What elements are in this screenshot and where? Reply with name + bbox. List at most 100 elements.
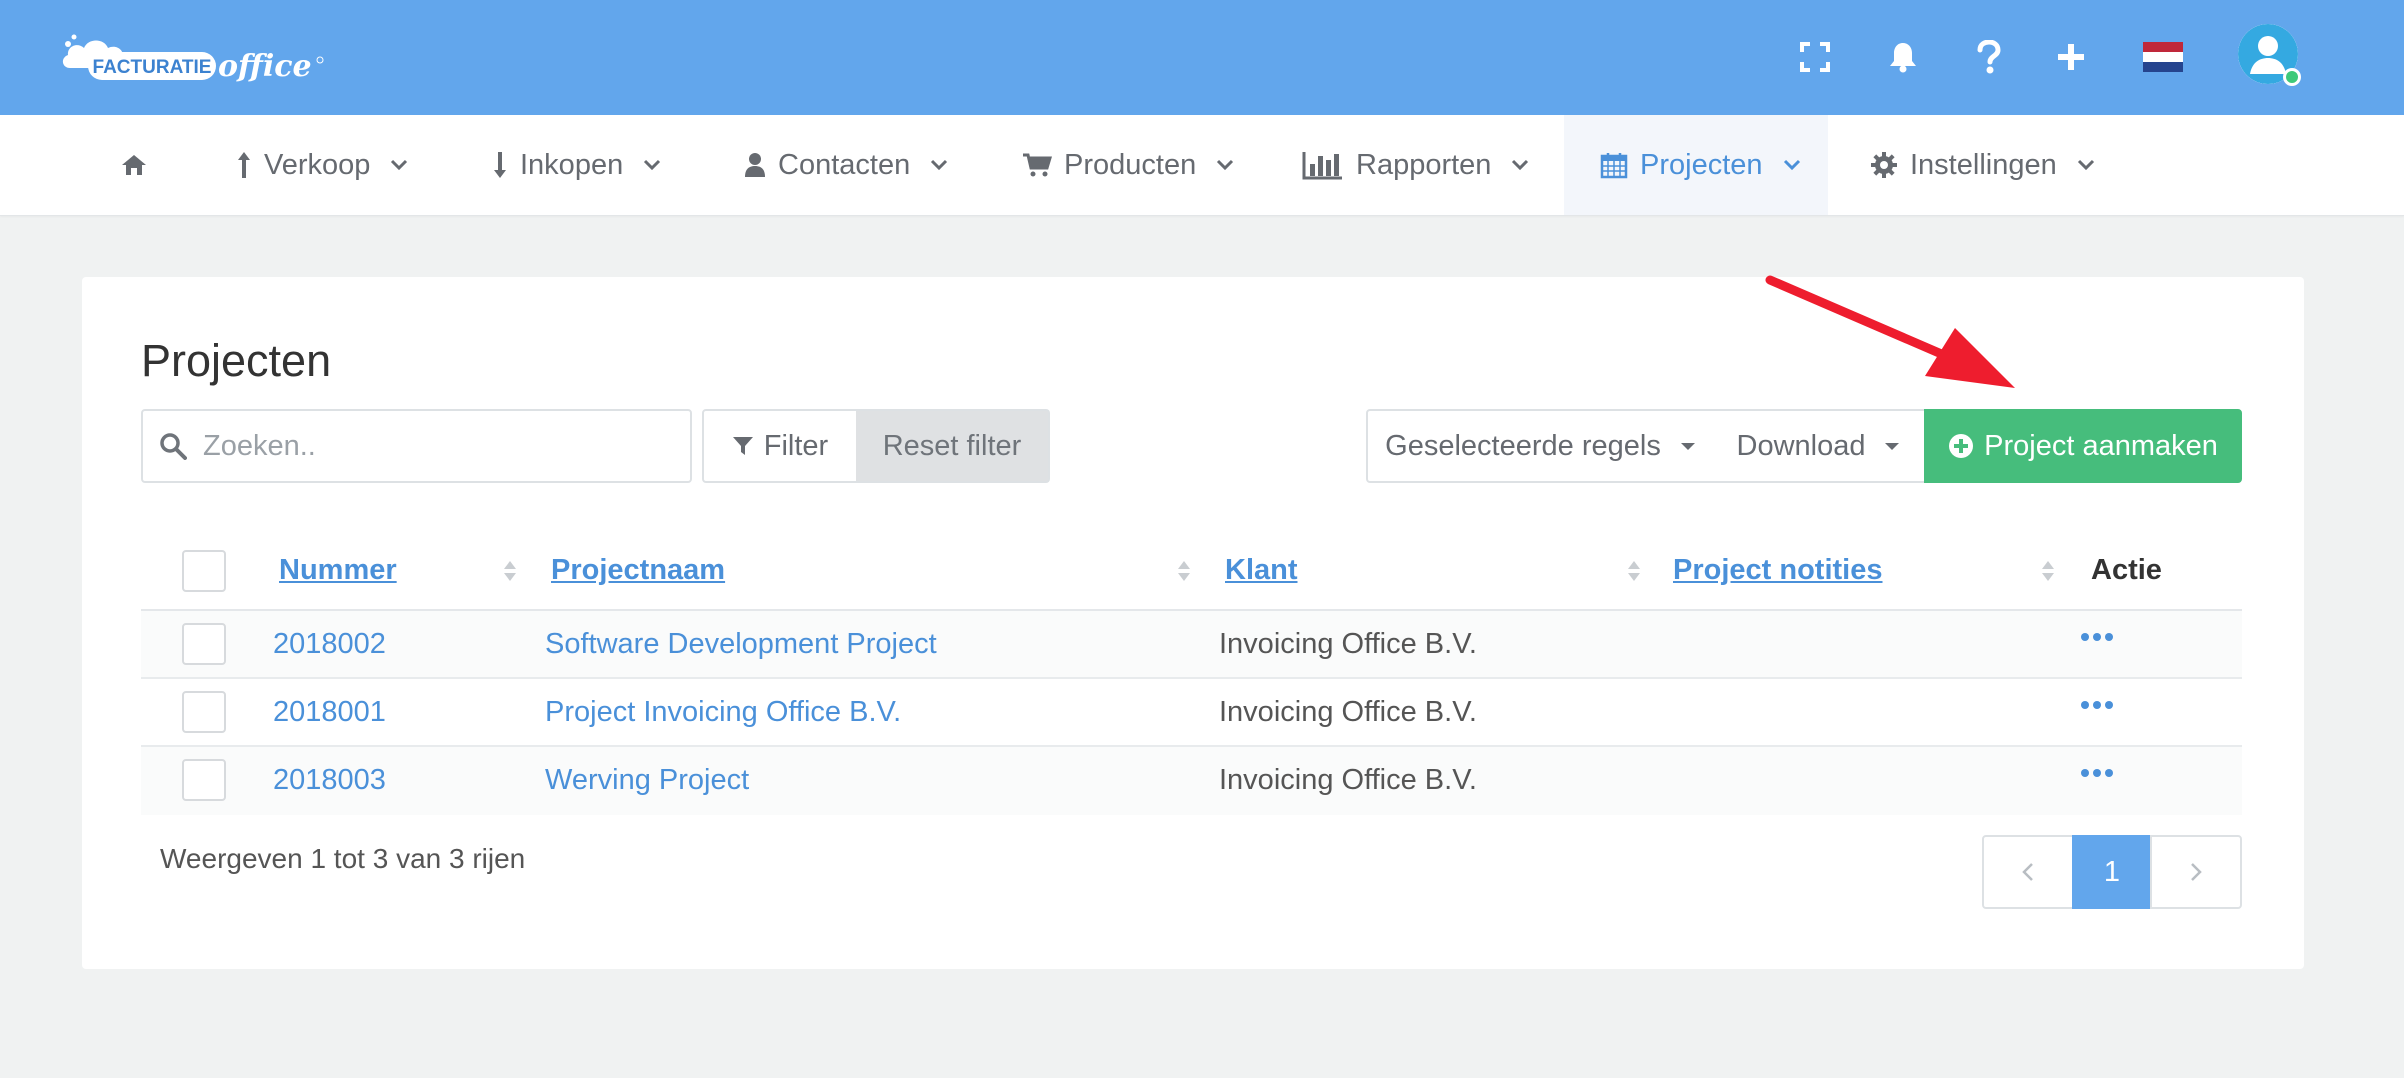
selected-rows-label: Geselecteerde regels bbox=[1385, 429, 1661, 462]
chevron-down-icon bbox=[1217, 159, 1234, 171]
projects-table: Nummer Projectnaam Klant Project notitie… bbox=[141, 531, 2242, 815]
row-checkbox[interactable] bbox=[182, 759, 226, 801]
row-actions-icon[interactable] bbox=[2081, 633, 2113, 641]
reset-filter-button[interactable]: Reset filter bbox=[856, 409, 1050, 483]
row-nummer[interactable]: 2018001 bbox=[273, 679, 386, 745]
arrow-down-icon bbox=[494, 152, 506, 178]
nav-projecten[interactable]: Projecten bbox=[1564, 115, 1828, 215]
pagination-page-1[interactable]: 1 bbox=[2072, 835, 2152, 909]
col-projectnaam-label[interactable]: Projectnaam bbox=[551, 554, 725, 587]
col-project-notities[interactable]: Project notities bbox=[1673, 531, 1883, 609]
col-nummer[interactable]: Nummer bbox=[279, 531, 397, 609]
annotation-arrow-icon bbox=[1765, 275, 2015, 388]
nav-home[interactable] bbox=[120, 115, 160, 215]
main-nav: Verkoop Inkopen Contacten Producten Rapp… bbox=[0, 115, 2404, 216]
table-row[interactable]: 2018002 Software Development Project Inv… bbox=[141, 611, 2242, 679]
row-nummer[interactable]: 2018002 bbox=[273, 611, 386, 677]
home-icon bbox=[122, 155, 146, 175]
bell-icon[interactable] bbox=[1876, 30, 1930, 84]
fullscreen-icon[interactable] bbox=[1788, 30, 1842, 84]
nav-verkoop[interactable]: Verkoop bbox=[236, 115, 408, 215]
language-flag-icon[interactable] bbox=[2136, 30, 2190, 84]
download-label: Download bbox=[1736, 429, 1866, 462]
chevron-down-icon bbox=[391, 159, 408, 171]
table-row[interactable]: 2018003 Werving Project Invoicing Office… bbox=[141, 747, 2242, 815]
page-title: Projecten bbox=[141, 335, 332, 386]
logo-graphic: FACTURATIE office bbox=[62, 34, 324, 84]
gear-icon bbox=[1871, 152, 1897, 178]
filter-button-label: Filter bbox=[763, 429, 829, 462]
chevron-down-icon bbox=[644, 159, 661, 171]
search-box[interactable] bbox=[141, 409, 692, 483]
sort-icon[interactable] bbox=[2041, 559, 2055, 583]
sort-icon[interactable] bbox=[503, 559, 517, 583]
nav-rapporten[interactable]: Rapporten bbox=[1302, 115, 1529, 215]
nav-contacten[interactable]: Contacten bbox=[744, 115, 948, 215]
row-projectnaam[interactable]: Werving Project bbox=[545, 747, 749, 813]
chevron-down-icon bbox=[2077, 159, 2094, 171]
arrow-up-icon bbox=[238, 152, 250, 178]
col-project-notities-label[interactable]: Project notities bbox=[1673, 554, 1883, 587]
search-input[interactable] bbox=[203, 429, 673, 463]
row-klant: Invoicing Office B.V. bbox=[1219, 695, 1477, 728]
nav-instellingen[interactable]: Instellingen bbox=[1870, 115, 2095, 215]
cart-icon bbox=[1023, 153, 1052, 177]
chevron-down-icon bbox=[1783, 159, 1800, 171]
filter-button[interactable]: Filter bbox=[702, 409, 858, 483]
row-projectnaam[interactable]: Software Development Project bbox=[545, 611, 937, 677]
col-nummer-label[interactable]: Nummer bbox=[279, 554, 397, 587]
row-actions-icon[interactable] bbox=[2081, 769, 2113, 777]
add-icon[interactable] bbox=[2044, 30, 2098, 84]
user-icon bbox=[745, 153, 765, 177]
row-checkbox[interactable] bbox=[182, 623, 226, 665]
svg-text:office: office bbox=[218, 49, 312, 84]
nav-contacten-label: Contacten bbox=[778, 148, 911, 181]
search-icon bbox=[143, 432, 203, 460]
filter-icon bbox=[732, 437, 753, 455]
help-icon[interactable] bbox=[1962, 30, 2016, 84]
pagination-next-button[interactable] bbox=[2150, 835, 2242, 909]
caret-down-icon bbox=[1885, 442, 1900, 450]
top-bar: FACTURATIE office bbox=[0, 0, 2404, 115]
col-projectnaam[interactable]: Projectnaam bbox=[551, 531, 725, 609]
pagination-summary: Weergeven 1 tot 3 van 3 rijen bbox=[160, 843, 526, 874]
online-status-dot bbox=[2283, 68, 2301, 86]
reset-filter-label: Reset filter bbox=[882, 429, 1022, 462]
sort-icon[interactable] bbox=[1627, 559, 1641, 583]
nav-rapporten-label: Rapporten bbox=[1356, 148, 1492, 181]
nav-producten-label: Producten bbox=[1064, 148, 1197, 181]
col-klant[interactable]: Klant bbox=[1225, 531, 1298, 609]
facturatie-office-logo[interactable]: FACTURATIE office bbox=[58, 24, 328, 94]
row-checkbox[interactable] bbox=[182, 691, 226, 733]
col-actie: Actie bbox=[2091, 553, 2162, 586]
nav-inkopen-label: Inkopen bbox=[520, 148, 624, 181]
user-avatar[interactable] bbox=[2238, 24, 2302, 88]
nav-instellingen-label: Instellingen bbox=[1910, 148, 2057, 181]
bar-chart-icon bbox=[1302, 152, 1342, 180]
nav-producten[interactable]: Producten bbox=[1022, 115, 1234, 215]
row-projectnaam[interactable]: Project Invoicing Office B.V. bbox=[545, 679, 901, 745]
row-nummer[interactable]: 2018003 bbox=[273, 747, 386, 813]
chevron-left-icon bbox=[2022, 863, 2033, 881]
chevron-right-icon bbox=[2191, 863, 2202, 881]
svg-text:FACTURATIE: FACTURATIE bbox=[93, 57, 212, 78]
table-row[interactable]: 2018001 Project Invoicing Office B.V. In… bbox=[141, 679, 2242, 747]
nav-projecten-label: Projecten bbox=[1640, 148, 1763, 181]
selected-rows-dropdown[interactable]: Geselecteerde regels bbox=[1366, 409, 1714, 483]
table-header: Nummer Projectnaam Klant Project notitie… bbox=[141, 531, 2242, 611]
row-klant: Invoicing Office B.V. bbox=[1219, 763, 1477, 796]
nav-verkoop-label: Verkoop bbox=[264, 148, 371, 181]
row-klant: Invoicing Office B.V. bbox=[1219, 627, 1477, 660]
create-project-button[interactable]: Project aanmaken bbox=[1924, 409, 2242, 483]
select-all-checkbox[interactable] bbox=[182, 550, 226, 592]
create-project-label: Project aanmaken bbox=[1984, 429, 2218, 462]
col-klant-label[interactable]: Klant bbox=[1225, 554, 1298, 587]
sort-icon[interactable] bbox=[1177, 559, 1191, 583]
caret-down-icon bbox=[1680, 442, 1695, 450]
chevron-down-icon bbox=[1512, 159, 1529, 171]
row-actions-icon[interactable] bbox=[2081, 701, 2113, 709]
pagination-prev-button[interactable] bbox=[1982, 835, 2074, 909]
calendar-icon bbox=[1600, 153, 1628, 179]
nav-inkopen[interactable]: Inkopen bbox=[492, 115, 661, 215]
download-dropdown[interactable]: Download bbox=[1712, 409, 1926, 483]
